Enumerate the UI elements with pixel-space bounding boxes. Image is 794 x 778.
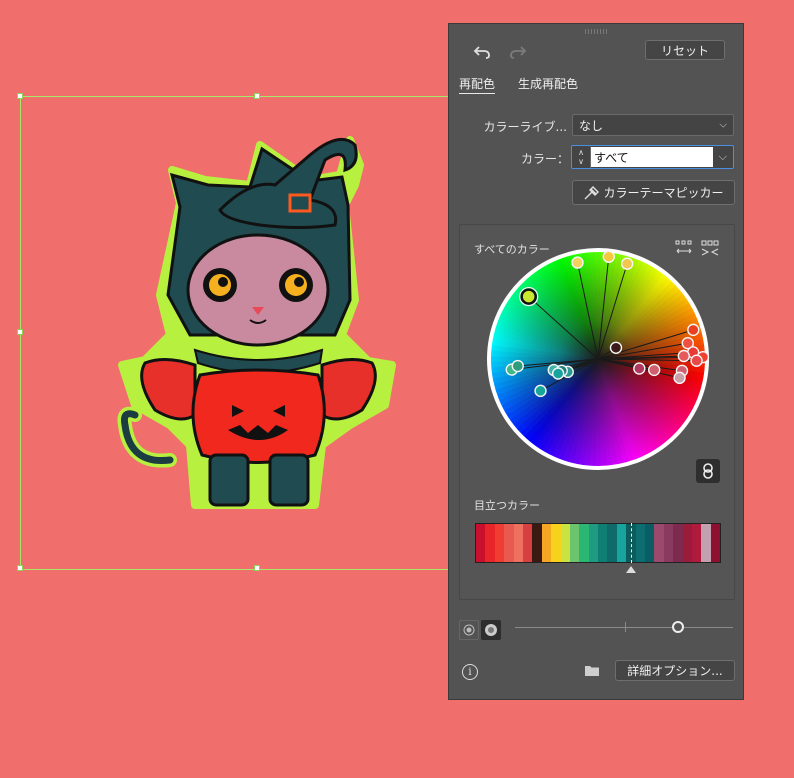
color-wheel-section: すべてのカラー 目立つカラー [459, 224, 735, 600]
strip-swatch[interactable] [691, 524, 702, 562]
tab-recolor[interactable]: 再配色 [459, 75, 496, 94]
strip-swatch[interactable] [710, 524, 721, 562]
chevron-down-icon[interactable]: ⌵ [719, 150, 727, 164]
resize-handle-left[interactable] [17, 329, 23, 335]
color-marker[interactable] [687, 323, 700, 337]
undo-icon[interactable] [471, 42, 493, 62]
strip-swatch[interactable] [663, 524, 674, 562]
color-library-select[interactable]: なし ⌵ [572, 114, 734, 136]
color-marker[interactable] [647, 363, 661, 377]
strip-swatch[interactable] [560, 524, 570, 562]
color-library-label: カラーライブ... [483, 120, 567, 134]
halloween-cat-artwork[interactable] [110, 125, 410, 520]
chevron-down-icon: ⌵ [719, 119, 727, 131]
color-wheel[interactable] [486, 247, 710, 471]
color-marker[interactable] [511, 359, 524, 373]
resize-handle-bottom-left[interactable] [17, 565, 23, 571]
strip-swatch[interactable] [682, 524, 692, 562]
color-marker[interactable] [602, 250, 615, 263]
panel-grip[interactable] [585, 29, 607, 34]
redo-icon[interactable] [507, 42, 529, 62]
folder-icon[interactable] [583, 662, 601, 678]
reset-button[interactable]: リセット [645, 40, 725, 60]
saturation-slider-track[interactable] [515, 627, 733, 628]
strip-swatch[interactable] [598, 524, 608, 562]
strip-swatch[interactable] [485, 524, 495, 562]
advanced-options-button[interactable]: 詳細オプション... [615, 660, 735, 681]
strip-swatch[interactable] [541, 524, 552, 562]
colors-combobox[interactable]: ∧ ∨ すべて ⌵ [571, 145, 734, 169]
brightness-view-icon[interactable] [481, 620, 501, 640]
stepper-icon[interactable]: ∧ ∨ [572, 146, 591, 168]
strip-swatch[interactable] [635, 524, 646, 562]
prominent-colors-strip[interactable] [475, 523, 721, 563]
strip-swatch[interactable] [701, 524, 711, 562]
strip-swatch[interactable] [476, 524, 486, 562]
color-marker[interactable] [534, 384, 547, 398]
color-theme-picker-button[interactable]: カラーテーマピッカー [572, 180, 735, 205]
strip-swatch[interactable] [569, 524, 580, 562]
strip-swatch[interactable] [532, 524, 542, 562]
strip-slider-handle[interactable] [626, 565, 636, 573]
strip-swatch[interactable] [504, 524, 514, 562]
strip-swatch[interactable] [588, 524, 599, 562]
slider-tick [625, 622, 626, 632]
color-marker[interactable] [677, 349, 691, 363]
saturation-slider-thumb[interactable] [672, 621, 684, 633]
color-marker[interactable] [551, 367, 565, 380]
color-marker[interactable] [571, 256, 584, 269]
color-theme-picker-label: カラーテーマピッカー [603, 186, 724, 200]
strip-swatch[interactable] [513, 524, 523, 562]
strip-swatch[interactable] [607, 524, 617, 562]
recolor-panel: リセット 再配色 生成再配色 カラーライブ... なし ⌵ カラー： ∧ ∨ すべ… [448, 23, 744, 700]
resize-handle-bottom[interactable] [254, 565, 260, 571]
strip-swatch[interactable] [616, 524, 627, 562]
info-icon[interactable]: i [462, 664, 478, 680]
strip-swatch[interactable] [645, 524, 655, 562]
prominent-colors-label: 目立つカラー [474, 499, 540, 512]
strip-swatch[interactable] [551, 524, 561, 562]
color-marker[interactable] [673, 371, 686, 385]
colors-label: カラー： [520, 152, 569, 166]
radio-view-icon[interactable] [459, 620, 479, 640]
resize-handle-top-left[interactable] [17, 93, 23, 99]
base-color-marker[interactable] [520, 288, 537, 305]
strip-swatch[interactable] [654, 524, 664, 562]
color-marker[interactable] [620, 257, 634, 270]
link-harmony-icon[interactable] [696, 459, 720, 483]
strip-swatch[interactable] [579, 524, 589, 562]
strip-swatch[interactable] [673, 524, 683, 562]
eyedropper-icon [584, 185, 600, 199]
color-marker[interactable] [690, 354, 703, 367]
color-library-value: なし [579, 118, 604, 133]
colors-input[interactable]: すべて [591, 147, 713, 167]
color-marker[interactable] [633, 362, 646, 375]
color-marker[interactable] [609, 341, 623, 354]
strip-swatch[interactable] [494, 524, 505, 562]
strip-divider [631, 523, 632, 563]
tab-generative-recolor[interactable]: 生成再配色 [518, 75, 578, 92]
strip-swatch[interactable] [522, 524, 533, 562]
resize-handle-top[interactable] [254, 93, 260, 99]
